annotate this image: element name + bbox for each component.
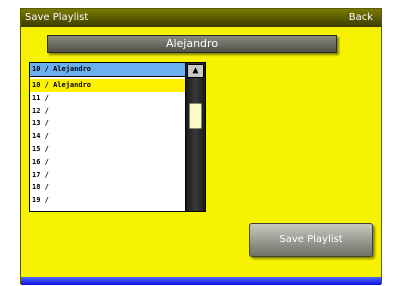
save-playlist-window: Save Playlist Back Alejandro 10 / Alejan…	[20, 8, 382, 285]
list-item[interactable]: 12 /	[30, 105, 185, 118]
window-title: Save Playlist	[25, 12, 89, 23]
back-button[interactable]: Back	[349, 9, 373, 27]
save-playlist-button[interactable]: Save Playlist	[249, 223, 373, 257]
scrollbar-thumb[interactable]	[189, 103, 202, 129]
list-rows: 10 / Alejandro 11 / 12 / 13 / 14 / 15 / …	[30, 79, 185, 207]
title-bar: Save Playlist Back	[21, 9, 381, 27]
up-arrow-icon[interactable]: ▲	[187, 64, 204, 78]
list-item[interactable]: 19 /	[30, 194, 185, 207]
list-item[interactable]: 14 /	[30, 130, 185, 143]
list-item[interactable]: 16 /	[30, 156, 185, 169]
list-item[interactable]: 13 /	[30, 117, 185, 130]
list-item[interactable]: 17 /	[30, 169, 185, 182]
playlist-slot-list: 10 / Alejandro 10 / Alejandro 11 / 12 / …	[29, 62, 206, 212]
list-item[interactable]: 10 / Alejandro	[30, 79, 185, 92]
bottom-strip	[21, 277, 381, 285]
list-item[interactable]: 11 /	[30, 92, 185, 105]
playlist-name-field[interactable]: Alejandro	[47, 35, 337, 53]
list-item[interactable]: 18 /	[30, 181, 185, 194]
list-scrollbar[interactable]: ▲	[185, 63, 205, 211]
list-item[interactable]: 15 /	[30, 143, 185, 156]
list-current-selection: 10 / Alejandro	[30, 63, 185, 77]
